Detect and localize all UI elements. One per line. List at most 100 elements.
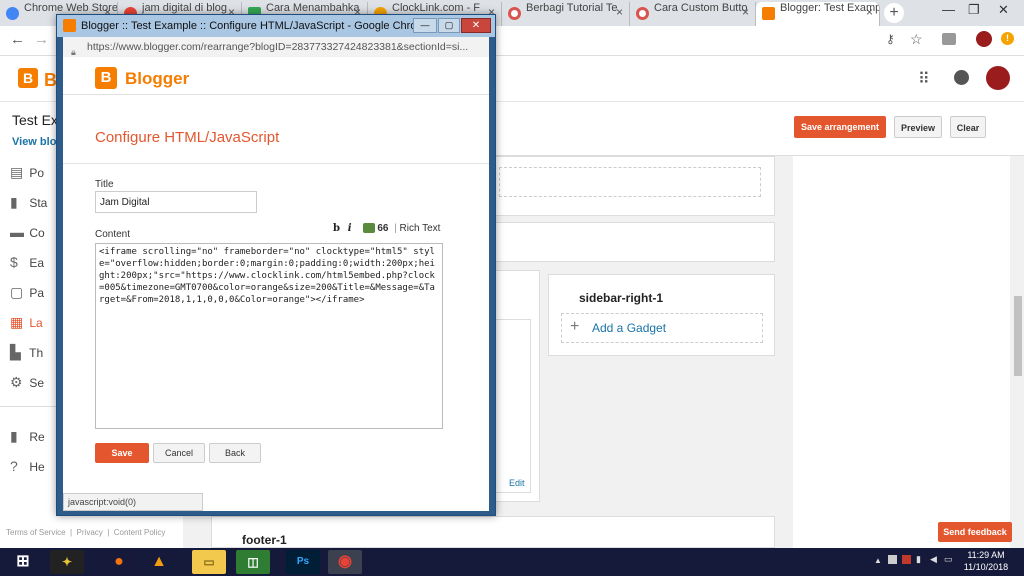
clock-time[interactable]: 11:29 AM <box>962 550 1010 560</box>
cancel-button[interactable]: Cancel <box>153 443 205 463</box>
bold-button[interactable]: b <box>333 223 345 234</box>
crosscol-section <box>490 222 775 262</box>
tray-app-icon[interactable] <box>888 555 897 564</box>
tab-close-icon[interactable]: × <box>616 5 623 19</box>
content-policy-link[interactable]: Content Policy <box>114 528 166 537</box>
star-icon[interactable]: ☆ <box>910 31 923 48</box>
clock-date[interactable]: 11/10/2018 <box>962 562 1010 572</box>
nav-label: Co <box>29 226 45 240</box>
add-gadget-slot[interactable]: + Add a Gadget <box>561 313 763 343</box>
title-input[interactable] <box>95 191 257 213</box>
notifications-icon[interactable] <box>954 70 969 85</box>
nav-help[interactable]: ? He <box>10 458 45 478</box>
restore-icon[interactable]: ❐ <box>968 2 980 18</box>
blogger-logo-icon: B <box>95 67 117 89</box>
tab-favicon-icon <box>6 7 19 20</box>
add-gadget-link[interactable]: Add a Gadget <box>592 321 666 335</box>
quote-button[interactable]: 66 <box>377 223 391 234</box>
footer-section-title: footer-1 <box>242 533 287 547</box>
nav-layout[interactable]: ▦ La <box>10 314 43 334</box>
blogger-favicon-icon <box>63 19 76 32</box>
privacy-link[interactable]: Privacy <box>77 528 103 537</box>
start-button[interactable]: ⊞ <box>6 550 40 574</box>
network-icon[interactable]: ▮ <box>916 554 921 565</box>
apps-grid-icon[interactable]: ⠿ <box>918 69 930 89</box>
nav-pages[interactable]: ▢ Pa <box>10 284 44 304</box>
tab-title: jam digital di blog <box>142 2 227 14</box>
battery-icon[interactable]: ▭ <box>944 554 953 565</box>
save-button[interactable]: Save <box>95 443 149 463</box>
footer-section: footer-1 <box>211 516 775 548</box>
popup-maximize-icon[interactable]: ▢ <box>438 18 460 33</box>
popup-close-icon[interactable]: ✕ <box>461 18 491 33</box>
account-avatar[interactable] <box>986 66 1010 90</box>
status-bar: javascript:void(0) <box>63 493 203 511</box>
send-feedback-button[interactable]: Send feedback <box>938 522 1012 542</box>
popup-url-bar[interactable]: 🔒︎ https://www.blogger.com/rearrange?blo… <box>63 37 489 57</box>
tray-app-icon[interactable] <box>902 555 911 564</box>
file-explorer-icon[interactable]: ▭ <box>192 550 226 574</box>
key-icon[interactable]: ⚷ <box>886 32 895 46</box>
scrollbar-thumb[interactable] <box>1014 296 1022 376</box>
window-close-icon[interactable]: ✕ <box>998 2 1009 18</box>
preview-button[interactable]: Preview <box>894 116 942 138</box>
blogger-favicon-icon <box>762 7 775 20</box>
popup-brand: Blogger <box>125 69 190 88</box>
link-icon[interactable] <box>362 223 375 234</box>
content-textarea[interactable]: <iframe scrolling="no" frameborder="no" … <box>95 243 443 429</box>
nav-earnings[interactable]: $ Ea <box>10 254 44 274</box>
section-title: sidebar-right-1 <box>579 291 664 305</box>
photoshop-icon[interactable]: Ps <box>286 550 320 574</box>
nav-settings[interactable]: ⚙ Se <box>10 374 44 394</box>
nav-stats[interactable]: ▮ Sta <box>10 194 47 214</box>
editor-toolbar: b i 66 | Rich Text <box>333 223 441 234</box>
forward-arrow-icon[interactable]: → <box>34 31 49 48</box>
popup-content: B Blogger Configure HTML/JavaScript Titl… <box>63 57 489 511</box>
popup-titlebar[interactable]: Blogger :: Test Example :: Configure HTM… <box>57 15 495 37</box>
taskbar-app-icon[interactable]: ◫ <box>236 550 270 574</box>
gadget-box <box>491 319 531 493</box>
firefox-icon[interactable]: ● <box>102 550 136 574</box>
sidebar-right-section: sidebar-right-1 + Add a Gadget <box>548 274 775 356</box>
stats-icon: ▮ <box>10 194 18 210</box>
clear-button[interactable]: Clear <box>950 116 986 138</box>
browser-tab[interactable]: Cara Custom Butto × <box>630 2 756 26</box>
nav-comments[interactable]: ▬ Co <box>10 224 45 244</box>
chrome-icon[interactable]: ◉ <box>328 550 362 574</box>
rich-text-link[interactable]: Rich Text <box>400 223 441 234</box>
edit-link[interactable]: Edit <box>509 478 525 488</box>
volume-icon[interactable]: ◀ <box>930 554 937 565</box>
vlc-icon[interactable]: ▲ <box>142 550 176 574</box>
page-scrollbar[interactable] <box>1012 156 1024 548</box>
tab-favicon-icon <box>508 7 521 20</box>
tray-chevron-icon[interactable]: ▲ <box>874 556 882 565</box>
browser-tab-active[interactable]: Blogger: Test Examp × <box>756 2 880 26</box>
tab-close-icon[interactable]: × <box>742 5 749 19</box>
header-section <box>490 156 775 216</box>
blog-title: Test Ex <box>12 112 58 128</box>
terms-link[interactable]: Terms of Service <box>6 528 66 537</box>
browser-tab[interactable]: Berbagi Tutorial Te × <box>502 2 630 26</box>
save-arrangement-button[interactable]: Save arrangement <box>794 116 886 138</box>
update-icon[interactable]: ! <box>1001 32 1014 45</box>
taskbar-app-icon[interactable]: ✦ <box>50 550 84 574</box>
tab-title: ClockLink.com - F <box>392 2 481 14</box>
nav-reading-list[interactable]: ▮ Re <box>10 428 45 448</box>
nav-posts[interactable]: ▤ Po <box>10 164 44 184</box>
title-label: Title <box>95 179 114 190</box>
nav-theme[interactable]: ▙ Th <box>10 344 43 364</box>
italic-button[interactable]: i <box>348 223 360 234</box>
profile-avatar[interactable] <box>976 31 992 47</box>
extension-icon[interactable] <box>942 33 956 45</box>
posts-icon: ▤ <box>10 164 24 180</box>
new-tab-button[interactable]: + <box>884 3 904 23</box>
popup-minimize-icon[interactable]: — <box>413 18 437 33</box>
back-button[interactable]: Back <box>209 443 261 463</box>
minimize-icon[interactable]: — <box>942 2 955 17</box>
tab-close-icon[interactable]: × <box>866 5 873 19</box>
configure-popup-window: Blogger :: Test Example :: Configure HTM… <box>56 14 496 516</box>
nav-label: Po <box>29 166 45 180</box>
header-gadget-slot[interactable] <box>499 167 761 197</box>
back-arrow-icon[interactable]: ← <box>10 31 25 48</box>
bookmark-icon: ▮ <box>10 428 18 444</box>
